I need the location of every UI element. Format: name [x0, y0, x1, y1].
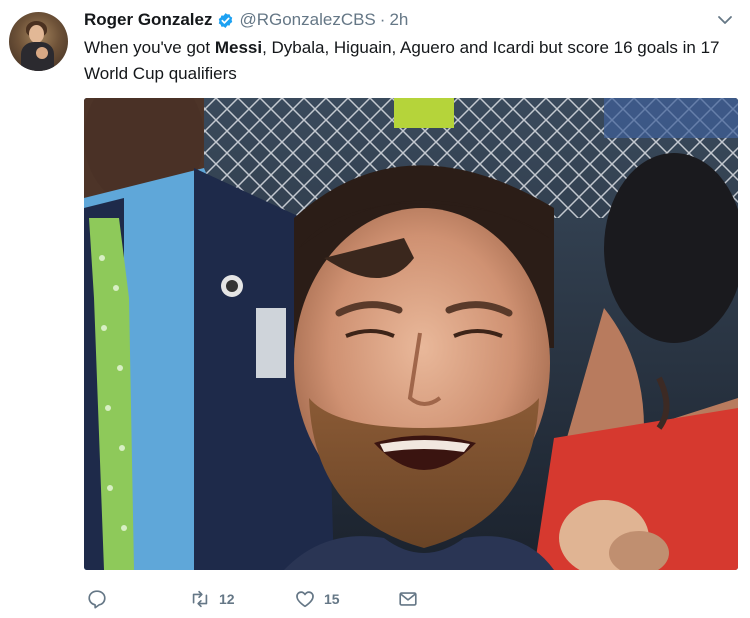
tweet-timestamp[interactable]: 2h: [389, 10, 408, 30]
reply-icon: [88, 590, 106, 609]
tweet-text-bold: Messi: [214, 38, 263, 57]
message-icon: [399, 592, 417, 606]
tweet-photo[interactable]: [84, 98, 738, 570]
avatar[interactable]: [9, 12, 68, 71]
verified-badge-icon: [219, 12, 233, 28]
tweet-text-prefix: When you've got: [84, 38, 215, 57]
chevron-down-icon[interactable]: [716, 13, 734, 27]
like-button[interactable]: 15: [294, 585, 340, 613]
reply-button[interactable]: [86, 585, 108, 613]
retweet-button[interactable]: 12: [189, 585, 235, 613]
like-count: 15: [324, 591, 340, 607]
tweet-text: When you've got Messi, Dybala, Higuain, …: [84, 35, 734, 87]
author-handle[interactable]: @RGonzalezCBS: [239, 10, 375, 30]
display-name[interactable]: Roger Gonzalez: [84, 10, 212, 30]
retweet-icon: [192, 590, 208, 608]
photo-image: [84, 98, 738, 570]
retweet-count: 12: [219, 591, 235, 607]
heart-icon: [296, 591, 314, 608]
direct-message-button[interactable]: [397, 585, 419, 613]
tweet-header: Roger Gonzalez @RGonzalezCBS · 2h: [84, 9, 736, 31]
separator-dot: ·: [379, 10, 386, 29]
